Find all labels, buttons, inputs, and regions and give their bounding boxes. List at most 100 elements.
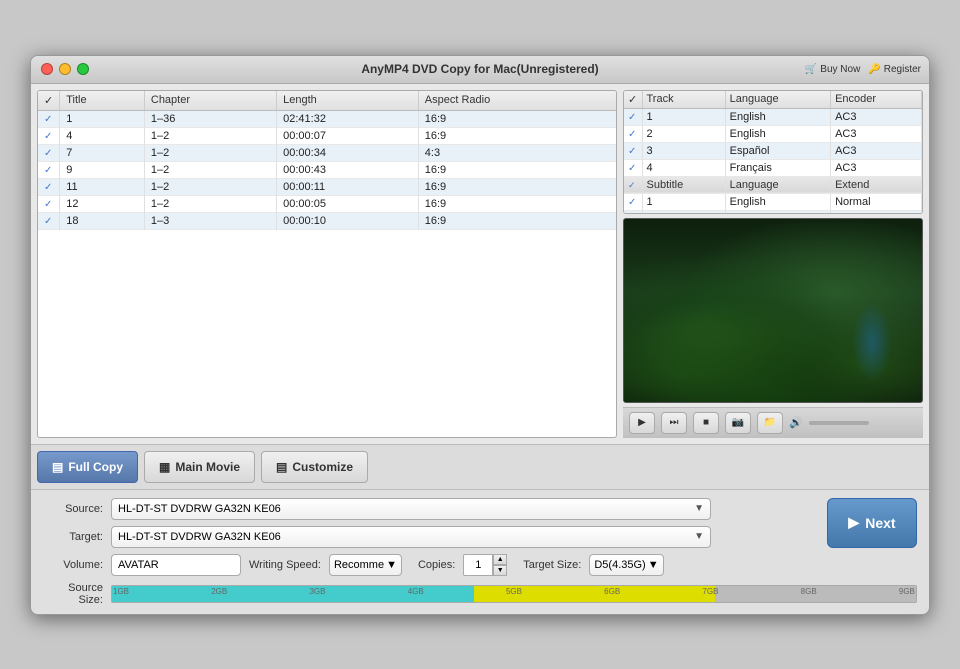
next-button[interactable]: ▶ Next bbox=[827, 498, 917, 548]
screenshot-button[interactable]: 📷 bbox=[725, 412, 751, 434]
title-num: 7 bbox=[60, 144, 145, 161]
col-length: Length bbox=[277, 91, 419, 111]
main-window: AnyMP4 DVD Copy for Mac(Unregistered) 🛒 … bbox=[30, 55, 930, 615]
bottom-form: Source: HL-DT-ST DVDRW GA32N KE06 ▼ Targ… bbox=[31, 490, 929, 614]
title-aspect: 16:9 bbox=[418, 212, 616, 229]
sub-header-extend: Extend bbox=[831, 176, 922, 193]
mode-buttons: ▤ Full Copy ▦ Main Movie ▤ Customize bbox=[31, 444, 929, 490]
writing-speed-label: Writing Speed: bbox=[249, 559, 321, 571]
track-col-encoder: Encoder bbox=[831, 91, 922, 109]
title-length: 00:00:05 bbox=[277, 195, 419, 212]
main-movie-button[interactable]: ▦ Main Movie bbox=[144, 451, 255, 483]
copies-up[interactable]: ▲ bbox=[493, 554, 507, 565]
avatar-figure bbox=[852, 302, 892, 382]
target-size-dropdown[interactable]: D5(4.35G) ▼ bbox=[589, 554, 663, 576]
stop-button[interactable]: ■ bbox=[693, 412, 719, 434]
target-row: Target: HL-DT-ST DVDRW GA32N KE06 ▼ bbox=[43, 526, 819, 548]
track-row: ✓ 4 Français AC3 bbox=[624, 159, 922, 176]
track-encoder: AC3 bbox=[831, 142, 922, 159]
subtitle-language: English bbox=[725, 193, 830, 210]
subtitle-language: Español bbox=[725, 210, 830, 214]
title-aspect: 16:9 bbox=[418, 161, 616, 178]
full-copy-button[interactable]: ▤ Full Copy bbox=[37, 451, 138, 483]
title-check[interactable]: ✓ bbox=[38, 144, 60, 161]
title-chapter: 1–2 bbox=[144, 178, 276, 195]
title-check[interactable]: ✓ bbox=[38, 127, 60, 144]
title-check[interactable]: ✓ bbox=[38, 195, 60, 212]
track-check[interactable]: ✓ bbox=[624, 108, 642, 125]
target-dropdown[interactable]: HL-DT-ST DVDRW GA32N KE06 ▼ bbox=[111, 526, 711, 548]
register-button[interactable]: 🔑 Register bbox=[868, 64, 921, 75]
title-check[interactable]: ✓ bbox=[38, 178, 60, 195]
title-check[interactable]: ✓ bbox=[38, 110, 60, 127]
top-area: ✓ Title Chapter Length Aspect Radio ✓ 1 … bbox=[31, 84, 929, 444]
title-length: 00:00:43 bbox=[277, 161, 419, 178]
video-controls-bar: 00:31:50 02:41:32 bbox=[624, 402, 922, 403]
track-check[interactable]: ✓ bbox=[624, 142, 642, 159]
size-bar-wrapper: 1GB 2GB 3GB 4GB 5GB 6GB 7GB 8GB 9GB bbox=[111, 585, 917, 603]
title-chapter: 1–2 bbox=[144, 144, 276, 161]
title-chapter: 1–2 bbox=[144, 195, 276, 212]
title-row: ✓ 9 1–2 00:00:43 16:9 bbox=[38, 161, 616, 178]
next-frame-button[interactable]: ⏭ bbox=[661, 412, 687, 434]
title-chapter: 1–2 bbox=[144, 127, 276, 144]
customize-button[interactable]: ▤ Customize bbox=[261, 451, 368, 483]
cart-icon: 🛒 bbox=[805, 64, 817, 75]
close-button[interactable] bbox=[41, 63, 53, 75]
track-check[interactable]: ✓ bbox=[624, 159, 642, 176]
main-movie-icon: ▦ bbox=[159, 460, 170, 474]
track-encoder: AC3 bbox=[831, 159, 922, 176]
track-language: English bbox=[725, 125, 830, 142]
title-aspect: 16:9 bbox=[418, 110, 616, 127]
size-segment-overflow bbox=[474, 586, 715, 602]
folder-button[interactable]: 📁 bbox=[757, 412, 783, 434]
volume-label: Volume: bbox=[43, 559, 103, 571]
copies-spin-buttons: ▲ ▼ bbox=[493, 554, 507, 576]
maximize-button[interactable] bbox=[77, 63, 89, 75]
title-row: ✓ 7 1–2 00:00:34 4:3 bbox=[38, 144, 616, 161]
title-row: ✓ 11 1–2 00:00:11 16:9 bbox=[38, 178, 616, 195]
subtitle-check[interactable]: ✓ bbox=[624, 193, 642, 210]
right-panel: ✓ Track Language Encoder ✓ 1 English AC3… bbox=[623, 90, 923, 438]
track-check[interactable]: ✓ bbox=[624, 125, 642, 142]
size-bar bbox=[111, 585, 917, 603]
subtitle-num: 1 bbox=[642, 193, 725, 210]
volume-row: Volume: AVATAR Writing Speed: Recomme ▼ … bbox=[43, 554, 917, 576]
writing-speed-dropdown[interactable]: Recomme ▼ bbox=[329, 554, 402, 576]
source-target-fields: Source: HL-DT-ST DVDRW GA32N KE06 ▼ Targ… bbox=[43, 498, 819, 548]
col-check: ✓ bbox=[38, 91, 60, 111]
copies-down[interactable]: ▼ bbox=[493, 565, 507, 576]
sub-header-subtitle: Subtitle bbox=[642, 176, 725, 193]
title-chapter: 1–3 bbox=[144, 212, 276, 229]
target-dropdown-arrow: ▼ bbox=[694, 531, 704, 542]
playback-controls: ▶ ⏭ ■ 📷 📁 🔊 bbox=[623, 407, 923, 438]
col-chapter: Chapter bbox=[144, 91, 276, 111]
subtitle-section-header: ✓ Subtitle Language Extend bbox=[624, 176, 922, 193]
title-check[interactable]: ✓ bbox=[38, 212, 60, 229]
title-aspect: 16:9 bbox=[418, 127, 616, 144]
source-dropdown[interactable]: HL-DT-ST DVDRW GA32N KE06 ▼ bbox=[111, 498, 711, 520]
sub-header-check: ✓ bbox=[624, 176, 642, 193]
minimize-button[interactable] bbox=[59, 63, 71, 75]
track-num: 4 bbox=[642, 159, 725, 176]
track-row: ✓ 1 English AC3 bbox=[624, 108, 922, 125]
title-row: ✓ 12 1–2 00:00:05 16:9 bbox=[38, 195, 616, 212]
copies-input[interactable] bbox=[463, 554, 493, 576]
subtitle-check[interactable]: ✓ bbox=[624, 210, 642, 214]
title-row: ✓ 18 1–3 00:00:10 16:9 bbox=[38, 212, 616, 229]
volume-slider[interactable] bbox=[809, 421, 869, 425]
volume-input[interactable]: AVATAR bbox=[111, 554, 241, 576]
full-copy-icon: ▤ bbox=[52, 460, 63, 474]
title-check[interactable]: ✓ bbox=[38, 161, 60, 178]
play-button[interactable]: ▶ bbox=[629, 412, 655, 434]
key-icon: 🔑 bbox=[868, 64, 880, 75]
track-col-language: Language bbox=[725, 91, 830, 109]
titles-table: ✓ Title Chapter Length Aspect Radio ✓ 1 … bbox=[38, 91, 616, 230]
title-length: 00:00:34 bbox=[277, 144, 419, 161]
header-actions: 🛒 Buy Now 🔑 Register bbox=[805, 64, 921, 75]
title-chapter: 1–36 bbox=[144, 110, 276, 127]
buy-now-button[interactable]: 🛒 Buy Now bbox=[805, 64, 860, 75]
subtitle-extend: Normal bbox=[831, 210, 922, 214]
target-size-label: Target Size: bbox=[523, 559, 581, 571]
window-controls bbox=[41, 63, 89, 75]
